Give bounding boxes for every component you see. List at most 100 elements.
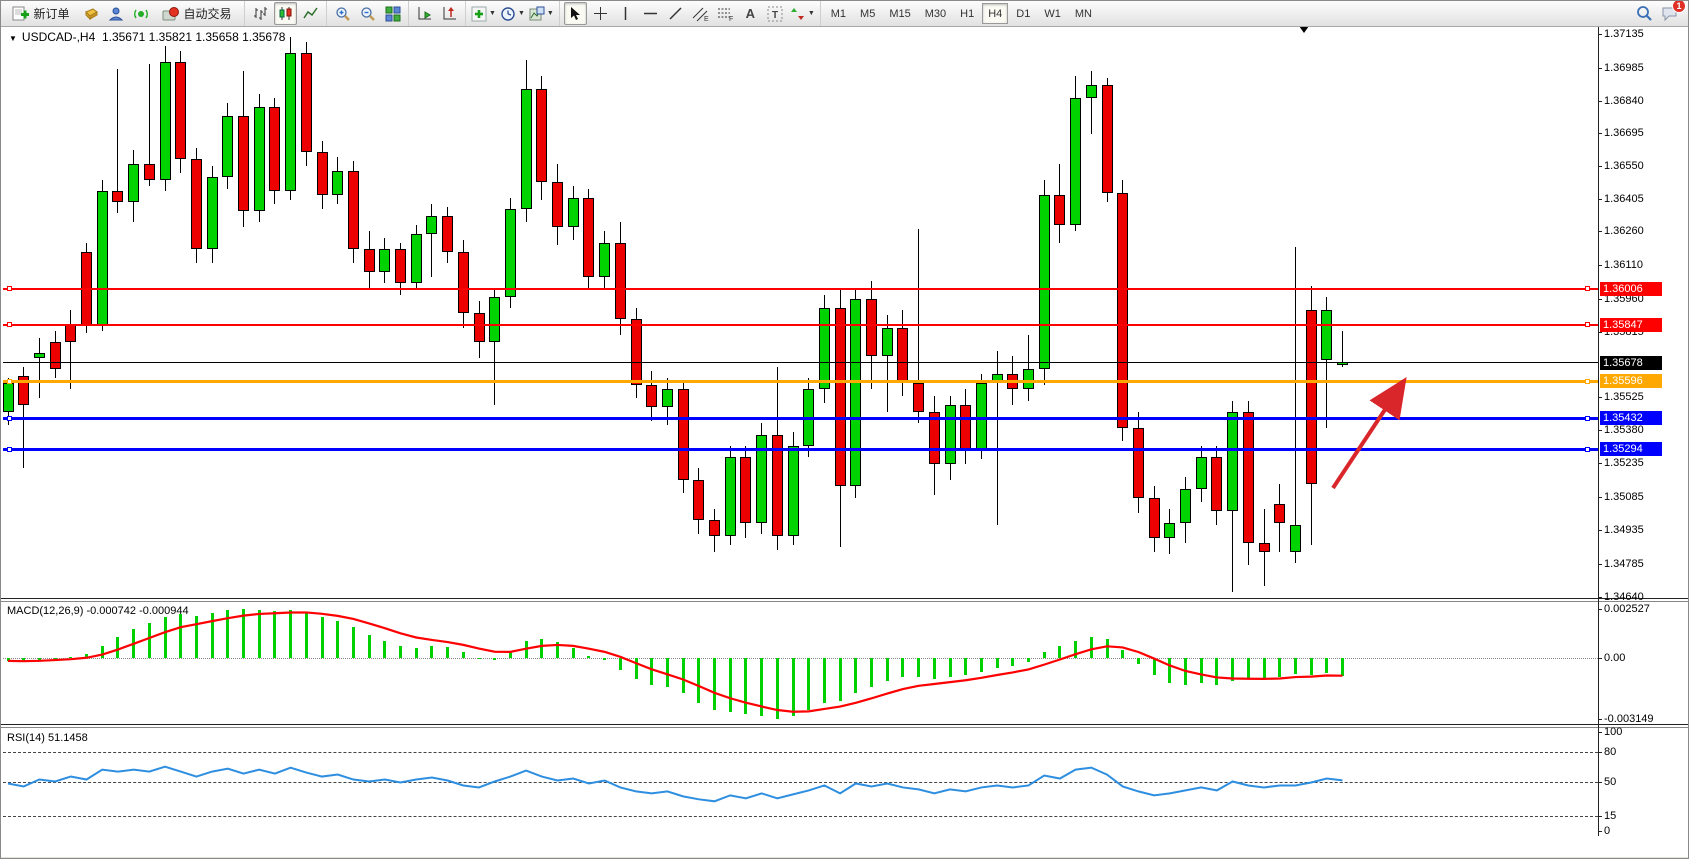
vertical-line-icon bbox=[619, 6, 632, 21]
tile-windows-button[interactable] bbox=[381, 2, 404, 25]
pivot-line-handle[interactable] bbox=[7, 379, 12, 384]
macd-histogram-bar bbox=[1231, 658, 1234, 681]
resistance-line-2-handle[interactable] bbox=[7, 322, 12, 327]
resistance-line-2[interactable] bbox=[3, 324, 1598, 326]
panel-separator[interactable] bbox=[1, 598, 1689, 599]
annotation-arrow[interactable] bbox=[1333, 387, 1400, 488]
support-line-1-handle[interactable] bbox=[1585, 416, 1590, 421]
price-axis-tick bbox=[1598, 463, 1602, 464]
timeframe-w1-button[interactable]: W1 bbox=[1038, 3, 1067, 24]
bull-candle bbox=[489, 297, 500, 342]
macd-histogram-bar bbox=[1168, 658, 1171, 683]
timeframe-mn-button[interactable]: MN bbox=[1069, 3, 1098, 24]
signals-button[interactable] bbox=[129, 2, 152, 25]
resistance-line-1-handle[interactable] bbox=[1585, 286, 1590, 291]
bear-candle bbox=[1133, 428, 1144, 498]
bull-candle bbox=[819, 308, 830, 389]
macd-histogram-bar bbox=[729, 658, 732, 712]
price-axis-tick bbox=[1598, 68, 1602, 69]
toolbar-group-trade: 新订单 自动交易 bbox=[1, 1, 244, 26]
rsi-axis-tick bbox=[1598, 752, 1602, 753]
support-line-2-handle[interactable] bbox=[7, 447, 12, 452]
trendline-button[interactable] bbox=[664, 2, 687, 25]
macd-histogram-bar bbox=[886, 658, 889, 681]
bear-candle bbox=[65, 324, 76, 342]
price-axis-tick bbox=[1598, 199, 1602, 200]
chart-symbol: USDCAD-,H4 bbox=[22, 30, 95, 44]
chart-ohlc: 1.35671 1.35821 1.35658 1.35678 bbox=[102, 30, 286, 44]
bear-candle bbox=[1243, 412, 1254, 543]
macd-histogram-bar bbox=[572, 648, 575, 658]
pivot-line-handle[interactable] bbox=[1585, 379, 1590, 384]
macd-histogram-bar bbox=[619, 658, 622, 670]
bear-candle bbox=[552, 182, 563, 227]
arrows-button[interactable]: ▼ bbox=[789, 2, 816, 25]
bars-chart-button[interactable] bbox=[249, 2, 272, 25]
macd-histogram-bar bbox=[1121, 650, 1124, 658]
timeframe-m1-button[interactable]: M1 bbox=[825, 3, 852, 24]
timeframe-d1-button[interactable]: D1 bbox=[1010, 3, 1036, 24]
price-axis-tick bbox=[1598, 397, 1602, 398]
bear-candle bbox=[1117, 193, 1128, 428]
cursor-button[interactable] bbox=[564, 2, 587, 25]
macd-axis-label: -0.003149 bbox=[1604, 713, 1654, 725]
macd-histogram-bar bbox=[415, 648, 418, 658]
timeframe-m15-button[interactable]: M15 bbox=[883, 3, 916, 24]
vertical-line-button[interactable] bbox=[614, 2, 637, 25]
zoom-in-button[interactable] bbox=[331, 2, 354, 25]
notifications-button[interactable]: 1 bbox=[1658, 2, 1681, 25]
zoom-out-button[interactable] bbox=[356, 2, 379, 25]
search-button[interactable] bbox=[1633, 2, 1656, 25]
channel-button[interactable]: E bbox=[689, 2, 712, 25]
indicators-button[interactable]: ▼ bbox=[470, 2, 497, 25]
chart-shift-button[interactable] bbox=[438, 2, 461, 25]
fibonacci-button[interactable]: F bbox=[714, 2, 737, 25]
bear-candle bbox=[631, 319, 642, 384]
bull-candle bbox=[426, 216, 437, 234]
timeframe-h1-button[interactable]: H1 bbox=[954, 3, 980, 24]
macd-histogram-bar bbox=[1011, 658, 1014, 666]
autoscroll-button[interactable] bbox=[413, 2, 436, 25]
text-label-button[interactable]: T bbox=[764, 2, 787, 25]
resistance-line-1-handle[interactable] bbox=[7, 286, 12, 291]
text-button[interactable]: A bbox=[739, 2, 762, 25]
macd-histogram-bar bbox=[1184, 658, 1187, 685]
panel-separator bbox=[1, 601, 1689, 602]
support-line-2[interactable] bbox=[3, 448, 1598, 451]
pivot-line[interactable] bbox=[3, 380, 1598, 383]
clock-icon bbox=[500, 6, 516, 22]
chart-dropdown-icon[interactable]: ▼ bbox=[9, 34, 17, 43]
resistance-line-2-handle[interactable] bbox=[1585, 322, 1590, 327]
candlestick-chart-button[interactable] bbox=[274, 2, 297, 25]
template-icon bbox=[529, 6, 545, 22]
price-axis-tick bbox=[1598, 299, 1602, 300]
timeframe-m5-button[interactable]: M5 bbox=[854, 3, 881, 24]
bear-candle bbox=[364, 249, 375, 272]
bull-candle bbox=[599, 243, 610, 277]
new-order-button[interactable]: 新订单 bbox=[5, 2, 77, 25]
macd-histogram-bar bbox=[1341, 658, 1344, 676]
resistance-line-1[interactable] bbox=[3, 288, 1598, 290]
bull-candle bbox=[662, 389, 673, 407]
macd-histogram-bar bbox=[870, 658, 873, 687]
deposit-button[interactable] bbox=[79, 2, 102, 25]
timeframe-m30-button[interactable]: M30 bbox=[919, 3, 952, 24]
support-line-1-handle[interactable] bbox=[7, 416, 12, 421]
bear-candle bbox=[269, 107, 280, 190]
chart-shift-marker[interactable] bbox=[1299, 26, 1309, 33]
line-chart-button[interactable] bbox=[299, 2, 322, 25]
crosshair-button[interactable] bbox=[589, 2, 612, 25]
periods-button[interactable]: ▼ bbox=[499, 2, 526, 25]
timeframe-h4-button[interactable]: H4 bbox=[982, 3, 1008, 24]
chart-window: ▼ USDCAD-,H4 1.35671 1.35821 1.35658 1.35… bbox=[1, 26, 1689, 859]
community-button[interactable] bbox=[104, 2, 127, 25]
price-axis-tick bbox=[1598, 265, 1602, 266]
panel-separator[interactable] bbox=[1, 724, 1689, 725]
macd-histogram-bar bbox=[964, 658, 967, 675]
support-line-2-handle[interactable] bbox=[1585, 447, 1590, 452]
support-line-1[interactable] bbox=[3, 417, 1598, 420]
macd-histogram-bar bbox=[760, 658, 763, 716]
autotrading-button[interactable]: 自动交易 bbox=[154, 2, 240, 25]
horizontal-line-button[interactable] bbox=[639, 2, 662, 25]
templates-button[interactable]: ▼ bbox=[528, 2, 555, 25]
